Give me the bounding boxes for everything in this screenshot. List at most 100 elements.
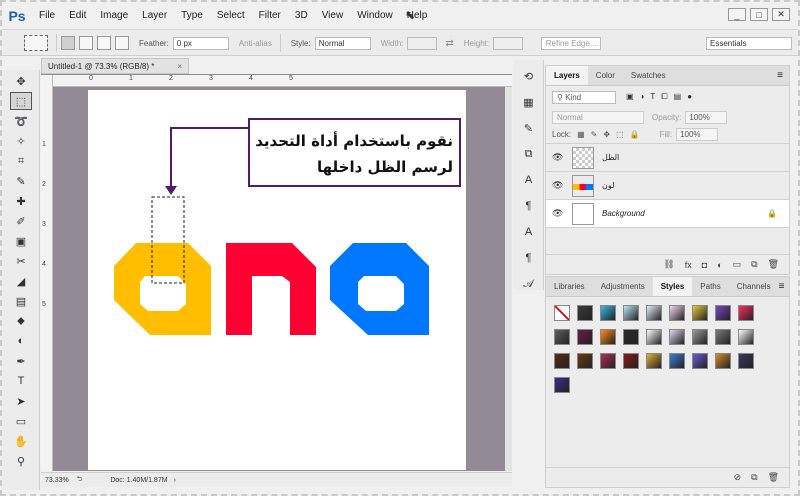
opacity-input[interactable]: 100% <box>685 110 728 124</box>
filter-icons[interactable]: ▣◑T⧠▤● <box>626 92 698 102</box>
style-swatch[interactable] <box>692 305 708 321</box>
style-swatch[interactable] <box>554 329 570 345</box>
yellow-letter-shape <box>114 243 211 335</box>
style-swatch[interactable] <box>715 329 731 345</box>
layer-thumbnail <box>572 174 594 197</box>
link-layers-icon[interactable]: ⛓ <box>663 259 674 270</box>
eye-icon[interactable]: 👁 <box>552 152 564 163</box>
style-swatch[interactable] <box>577 329 593 345</box>
style-swatch[interactable] <box>554 377 570 393</box>
tab-channels[interactable]: Channels <box>729 277 779 296</box>
style-swatch[interactable] <box>738 305 754 321</box>
style-swatch[interactable] <box>646 353 662 369</box>
tab-color[interactable]: Color <box>588 66 623 85</box>
style-swatch[interactable] <box>646 329 662 345</box>
brush-panel-icon[interactable]: ✎ <box>519 118 539 138</box>
delete-style-icon[interactable]: 🗑 <box>768 472 779 483</box>
lock-label: Lock: <box>552 130 572 139</box>
collapsed-panels: ⟲ ▦ ✎ ⧉ A ¶ A ¶ 𝒜 <box>514 60 544 290</box>
add-mask-icon[interactable]: ◘ <box>702 260 707 270</box>
style-swatch[interactable] <box>600 305 616 321</box>
annotation-line-2: لرسم الظل داخلها <box>316 158 453 176</box>
tab-layers[interactable]: Layers <box>546 66 588 85</box>
history-panel-icon[interactable]: ⟲ <box>519 66 539 86</box>
blue-letter-shape <box>330 243 429 335</box>
style-swatch[interactable] <box>577 353 593 369</box>
kind-label: Kind <box>565 92 582 102</box>
clear-style-icon[interactable]: ⊘ <box>734 472 742 483</box>
layer-thumbnail <box>572 146 594 169</box>
styles-bottom-toolbar: ⊘ ⧉ 🗑 <box>546 467 789 487</box>
tab-adjustments[interactable]: Adjustments <box>593 277 653 296</box>
kind-filter-select[interactable]: ⚲ Kind <box>552 90 616 104</box>
style-swatch[interactable] <box>669 305 685 321</box>
style-swatch[interactable] <box>738 329 754 345</box>
style-swatch-none[interactable] <box>554 305 570 321</box>
layer-thumbnail <box>572 202 594 225</box>
eye-icon[interactable]: 👁 <box>552 208 564 219</box>
style-swatch[interactable] <box>715 305 731 321</box>
style-swatch[interactable] <box>692 353 708 369</box>
fill-input[interactable]: 100% <box>676 128 719 141</box>
layers-bottom-toolbar: ⛓ fx ◘ ◐ ▭ ⧉ 🗑 <box>546 254 789 274</box>
share-icon[interactable]: ⮌ <box>77 475 83 486</box>
annotation-line-1: نقوم باستخدام أداة التحديد <box>255 132 453 150</box>
annotation-callout: نقوم باستخدام أداة التحديد لرسم الظل داخ… <box>248 118 461 187</box>
style-swatch[interactable] <box>738 353 754 369</box>
layers-panel-tabs: Layers Color Swatches ≡ <box>546 66 789 86</box>
lock-icon: 🔒 <box>767 209 777 218</box>
paragraph-styles-icon[interactable]: ¶ <box>519 248 539 268</box>
eye-icon[interactable]: 👁 <box>552 180 564 191</box>
styles-grid <box>546 297 789 401</box>
tab-paths[interactable]: Paths <box>692 277 728 296</box>
tab-styles[interactable]: Styles <box>652 277 693 296</box>
style-swatch[interactable] <box>623 329 639 345</box>
layer-name: لون <box>602 181 615 190</box>
fx-icon[interactable]: fx <box>685 260 692 270</box>
style-swatch[interactable] <box>600 353 616 369</box>
blend-mode-select[interactable]: Normal <box>552 110 644 124</box>
status-arrow-icon[interactable]: › <box>174 477 176 484</box>
style-swatch[interactable] <box>646 305 662 321</box>
glyphs-panel-icon[interactable]: 𝒜 <box>519 274 539 294</box>
properties-panel-icon[interactable]: ▦ <box>519 92 539 112</box>
paragraph-panel-icon[interactable]: ¶ <box>519 196 539 216</box>
doc-info: Doc: 1.40M/1.87M <box>110 476 168 484</box>
callout-arrow-line <box>170 127 248 188</box>
layers-panel: Layers Color Swatches ≡ ⚲ Kind ▣◑T⧠▤● No… <box>545 65 790 275</box>
style-swatch[interactable] <box>715 353 731 369</box>
style-swatch[interactable] <box>577 305 593 321</box>
character-panel-icon[interactable]: A <box>519 170 539 190</box>
tab-swatches[interactable]: Swatches <box>623 66 674 85</box>
tab-libraries[interactable]: Libraries <box>546 277 593 296</box>
style-swatch[interactable] <box>600 329 616 345</box>
panel-menu-icon[interactable]: ≡ <box>777 70 783 81</box>
new-layer-icon[interactable]: ⧉ <box>751 259 757 270</box>
layer-name: الظل <box>602 153 620 162</box>
zoom-level[interactable]: 73.33% <box>45 477 69 484</box>
panel-menu-icon[interactable]: ≡ <box>779 281 785 292</box>
style-swatch[interactable] <box>692 329 708 345</box>
style-swatch[interactable] <box>669 329 685 345</box>
styles-panel: Libraries Adjustments Styles Paths Chann… <box>545 276 790 488</box>
group-icon[interactable]: ▭ <box>733 259 742 270</box>
style-swatch[interactable] <box>669 353 685 369</box>
style-swatch[interactable] <box>623 305 639 321</box>
layer-row-shadow[interactable]: 👁 الظل <box>546 144 789 172</box>
delete-layer-icon[interactable]: 🗑 <box>768 259 779 270</box>
style-swatch[interactable] <box>554 353 570 369</box>
status-bar: 73.33% ⮌ Doc: 1.40M/1.87M › <box>41 472 512 487</box>
clone-source-icon[interactable]: ⧉ <box>519 144 539 164</box>
red-letter-shape <box>226 243 316 335</box>
character-styles-icon[interactable]: A <box>519 222 539 242</box>
adjustment-layer-icon[interactable]: ◐ <box>717 260 722 270</box>
style-swatch[interactable] <box>623 353 639 369</box>
callout-arrow-head <box>165 186 177 195</box>
lock-icons[interactable]: ▦✎✥⬚🔒 <box>577 130 645 139</box>
new-style-icon[interactable]: ⧉ <box>751 472 757 483</box>
opacity-label: Opacity: <box>652 112 682 122</box>
styles-panel-tabs: Libraries Adjustments Styles Paths Chann… <box>546 277 789 297</box>
layer-row-background[interactable]: 👁 Background 🔒 <box>546 200 789 228</box>
layer-row-color[interactable]: 👁 لون <box>546 172 789 200</box>
fill-label: Fill: <box>659 130 673 139</box>
